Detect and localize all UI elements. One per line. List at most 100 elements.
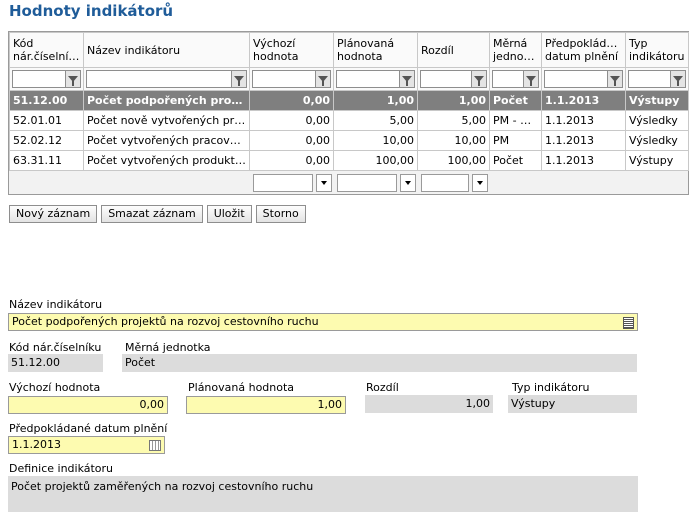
filter-input[interactable]	[13, 71, 65, 87]
cell-date: 1.1.2013	[541, 90, 626, 111]
cell-type: Výsledky	[625, 130, 689, 151]
filter-input[interactable]	[545, 71, 607, 87]
col-header-code[interactable]: Kód nár.číselníku	[9, 32, 84, 68]
save-button[interactable]: Uložit	[206, 205, 252, 223]
filter-funnel-icon[interactable]	[231, 71, 246, 87]
date-input[interactable]: 1.1.2013	[8, 436, 165, 454]
name-label: Název indikátoru	[9, 298, 103, 311]
filter-funnel-icon[interactable]	[65, 71, 80, 87]
initial-value-label: Výchozí hodnota	[9, 381, 101, 394]
filter-funnel-icon[interactable]	[399, 71, 414, 87]
memo-icon[interactable]	[623, 317, 634, 329]
summary-input[interactable]	[253, 174, 313, 192]
definition-field: Počet projektů zaměřených na rozvoj cest…	[8, 476, 638, 512]
cell-date: 1.1.2013	[541, 150, 626, 171]
cell-initial: 0,00	[249, 90, 334, 111]
filter-row	[9, 67, 689, 91]
cell-diff: 1,00	[417, 90, 490, 111]
page-title: Hodnoty indikátorů	[9, 2, 174, 20]
planned-value-label: Plánovaná hodnota	[188, 381, 295, 394]
filter-funnel-icon[interactable]	[523, 71, 538, 87]
table-row[interactable]: 52.01.01 Počet nově vytvořených prac… 0,…	[9, 110, 689, 131]
definition-label: Definice indikátoru	[9, 462, 114, 475]
summary-input[interactable]	[421, 174, 469, 192]
cell-code: 52.02.12	[9, 130, 84, 151]
cell-initial: 0,00	[249, 130, 334, 151]
new-record-button[interactable]: Nový záznam	[9, 205, 98, 223]
dropdown-arrow-icon[interactable]	[400, 174, 416, 192]
filter-funnel-icon[interactable]	[315, 71, 330, 87]
cell-planned: 1,00	[333, 90, 418, 111]
name-field[interactable]: Počet podpořených projektů na rozvoj ces…	[8, 313, 638, 331]
cell-code: 52.01.01	[9, 110, 84, 131]
planned-value-input[interactable]: 1,00	[186, 396, 346, 414]
summary-planned	[337, 174, 416, 192]
cell-planned: 5,00	[333, 110, 418, 131]
initial-value-input[interactable]: 0,00	[8, 396, 168, 414]
table-row[interactable]: 51.12.00 Počet podpořených projektů … 0,…	[9, 90, 689, 111]
unit-label: Měrná jednotka	[125, 341, 211, 354]
filter-date	[544, 70, 623, 88]
cell-code: 63.31.11	[9, 150, 84, 171]
cell-planned: 10,00	[333, 130, 418, 151]
summary-row	[9, 172, 688, 194]
filter-name	[86, 70, 247, 88]
cell-name: Počet vytvořených produktů …	[83, 150, 250, 171]
indicators-grid: Kód nár.číselníku Název indikátoru Výcho…	[8, 31, 689, 195]
filter-funnel-icon[interactable]	[607, 71, 622, 87]
diff-label: Rozdíl	[366, 381, 399, 394]
cell-type: Výsledky	[625, 110, 689, 131]
cancel-button[interactable]: Storno	[255, 205, 306, 223]
cell-name: Počet vytvořených pracovních…	[83, 130, 250, 151]
col-header-date[interactable]: Předpokládané datum plnění	[541, 32, 626, 68]
col-header-name[interactable]: Název indikátoru	[83, 32, 250, 68]
delete-record-button[interactable]: Smazat záznam	[101, 205, 203, 223]
dropdown-arrow-icon[interactable]	[472, 174, 488, 192]
calendar-icon[interactable]	[149, 440, 161, 451]
cell-diff: 100,00	[417, 150, 490, 171]
filter-code	[12, 70, 81, 88]
cell-unit: PM	[489, 130, 542, 151]
code-field: 51.12.00	[8, 354, 103, 372]
cell-type: Výstupy	[625, 90, 689, 111]
table-row[interactable]: 52.02.12 Počet vytvořených pracovních… 0…	[9, 130, 689, 151]
filter-input[interactable]	[629, 71, 670, 87]
unit-field: Počet	[122, 354, 637, 372]
type-label: Typ indikátoru	[512, 381, 590, 394]
filter-funnel-icon[interactable]	[471, 71, 486, 87]
col-header-type[interactable]: Typ indikátoru	[625, 32, 689, 68]
cell-unit: Počet	[489, 150, 542, 171]
cell-initial: 0,00	[249, 110, 334, 131]
cell-code: 51.12.00	[9, 90, 84, 111]
filter-input[interactable]	[253, 71, 315, 87]
filter-initial	[252, 70, 331, 88]
cell-unit: PM - m…	[489, 110, 542, 131]
button-bar: Nový záznam Smazat záznam Uložit Storno	[9, 205, 306, 223]
summary-input[interactable]	[337, 174, 397, 192]
filter-input[interactable]	[87, 71, 231, 87]
type-field: Výstupy	[508, 395, 637, 413]
name-value: Počet podpořených projektů na rozvoj ces…	[12, 315, 319, 328]
cell-unit: Počet	[489, 90, 542, 111]
header-row: Kód nár.číselníku Název indikátoru Výcho…	[9, 32, 689, 68]
filter-input[interactable]	[493, 71, 523, 87]
filter-funnel-icon[interactable]	[670, 71, 685, 87]
cell-type: Výstupy	[625, 150, 689, 171]
cell-name: Počet podpořených projektů …	[83, 90, 250, 111]
cell-name: Počet nově vytvořených prac…	[83, 110, 250, 131]
code-label: Kód nár.číselníku	[9, 341, 102, 354]
filter-type	[628, 70, 686, 88]
col-header-planned[interactable]: Plánovaná hodnota	[333, 32, 418, 68]
filter-unit	[492, 70, 539, 88]
diff-field: 1,00	[365, 395, 493, 413]
dropdown-arrow-icon[interactable]	[316, 174, 332, 192]
filter-input[interactable]	[337, 71, 399, 87]
filter-diff	[420, 70, 487, 88]
cell-date: 1.1.2013	[541, 130, 626, 151]
col-header-unit[interactable]: Měrná jednotka	[489, 32, 542, 68]
col-header-diff[interactable]: Rozdíl	[417, 32, 490, 68]
col-header-initial[interactable]: Výchozí hodnota	[249, 32, 334, 68]
cell-initial: 0,00	[249, 150, 334, 171]
filter-input[interactable]	[421, 71, 471, 87]
table-row[interactable]: 63.31.11 Počet vytvořených produktů … 0,…	[9, 150, 689, 171]
